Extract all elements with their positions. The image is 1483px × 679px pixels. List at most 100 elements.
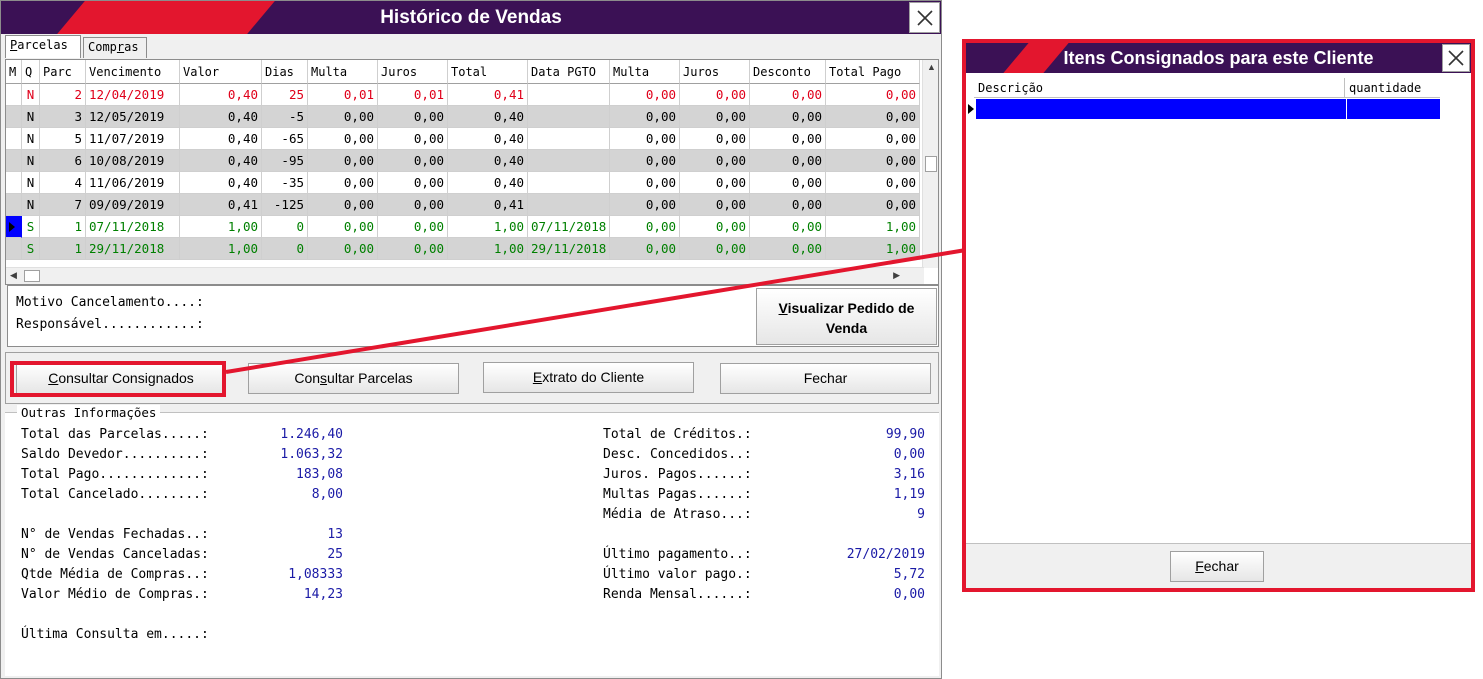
table-cell: 7: [40, 194, 86, 216]
table-cell: N: [22, 150, 40, 172]
col-header[interactable]: Juros: [378, 60, 448, 84]
table-cell: 1,00: [826, 238, 920, 260]
table-row[interactable]: N 6 10/08/2019 0,40 -95 0,00 0,00 0,40 0,00 0,00 0…: [6, 150, 924, 172]
extrato-cliente-button[interactable]: Extrato do Cliente: [483, 362, 694, 393]
table-cell: 6: [40, 150, 86, 172]
table-cell: 0,00: [826, 172, 920, 194]
table-cell: 0,00: [680, 216, 750, 238]
table-row[interactable]: N 3 12/05/2019 0,40 -5 0,00 0,00 0,40 0,00 0,00 0,…: [6, 106, 924, 128]
table-cell: 12/05/2019: [86, 106, 180, 128]
scroll-up-icon[interactable]: ▲: [927, 62, 936, 72]
table-row[interactable]: N 2 12/04/2019 0,40 25 0,01 0,01 0,41 0,00 0,00 0,…: [6, 84, 924, 106]
table-cell: -95: [262, 150, 308, 172]
table-cell: 0,00: [826, 106, 920, 128]
table-cell: 0,00: [680, 238, 750, 260]
table-cell: 0,00: [750, 238, 826, 260]
table-cell: N: [22, 106, 40, 128]
col-header[interactable]: Total Pago: [826, 60, 920, 84]
table-cell: 0,00: [610, 194, 680, 216]
col-header[interactable]: Multa: [610, 60, 680, 84]
table-cell: [528, 106, 610, 128]
table-cell: 0,00: [378, 216, 448, 238]
info-value: 1,19: [893, 487, 925, 502]
table-cell: 29/11/2018: [528, 238, 610, 260]
col-header[interactable]: Vencimento: [86, 60, 180, 84]
scroll-thumb[interactable]: [925, 156, 937, 172]
table-row[interactable]: N 7 09/09/2019 0,41 -125 0,00 0,00 0,41 0,00 0,00…: [6, 194, 924, 216]
table-cell: [6, 194, 22, 216]
table-cell: 0,00: [680, 194, 750, 216]
highlight-box-window: [962, 39, 1475, 592]
table-cell: [6, 84, 22, 106]
table-cell: 0: [262, 216, 308, 238]
table-cell: 0,01: [378, 84, 448, 106]
table-cell: -65: [262, 128, 308, 150]
col-header[interactable]: Desconto: [750, 60, 826, 84]
info-label: Saldo Devedor..........:: [21, 447, 209, 462]
info-value: 99,90: [885, 427, 925, 442]
col-header[interactable]: Multa: [308, 60, 378, 84]
vertical-scrollbar[interactable]: ▲: [922, 60, 938, 268]
info-value: 14,23: [303, 587, 343, 602]
scroll-right-icon[interactable]: ▶: [893, 270, 900, 281]
table-cell: 0,00: [750, 150, 826, 172]
table-cell: 1,00: [826, 216, 920, 238]
table-cell: N: [22, 84, 40, 106]
row-pointer-icon: [9, 222, 15, 232]
table-cell: 07/11/2018: [86, 216, 180, 238]
table-cell: 0,40: [180, 84, 262, 106]
table-cell: 0,40: [180, 128, 262, 150]
table-cell: 0,41: [180, 194, 262, 216]
table-cell: 0,00: [308, 128, 378, 150]
table-row[interactable]: N 5 11/07/2019 0,40 -65 0,00 0,00 0,40 0,00 0,00 0…: [6, 128, 924, 150]
table-cell: 0,01: [308, 84, 378, 106]
col-header[interactable]: Data PGTO: [528, 60, 610, 84]
table-cell: 12/04/2019: [86, 84, 180, 106]
scroll-thumb-h[interactable]: [24, 270, 40, 282]
table-cell: 0,00: [826, 84, 920, 106]
table-cell: 0,00: [378, 238, 448, 260]
table-cell: 1,00: [180, 216, 262, 238]
table-row[interactable]: S 1 29/11/2018 1,00 0 0,00 0,00 1,00 29/11/2018 0…: [6, 238, 924, 260]
info-label: N° de Vendas Fechadas..:: [21, 527, 209, 542]
table-cell: 0,00: [750, 194, 826, 216]
table-row[interactable]: S 1 07/11/2018 1,00 0 0,00 0,00 1,00 07/11/2018 0…: [6, 216, 924, 238]
col-header[interactable]: Valor: [180, 60, 262, 84]
tab-parcelas[interactable]: Parcelas: [5, 35, 81, 58]
info-label: Valor Médio de Compras.:: [21, 587, 209, 602]
cancellation-panel: Motivo Cancelamento....: Responsável....…: [7, 285, 939, 347]
info-label: N° de Vendas Canceladas:: [21, 547, 209, 562]
table-cell: 1,00: [448, 216, 528, 238]
installments-grid[interactable]: M Q Parc Vencimento Valor Dias Multa Juros Total…: [5, 59, 939, 285]
table-cell: 2: [40, 84, 86, 106]
table-cell: [6, 106, 22, 128]
col-header[interactable]: Juros: [680, 60, 750, 84]
tab-compras[interactable]: Compras: [83, 37, 147, 58]
scroll-left-icon[interactable]: ◀: [10, 270, 17, 281]
table-cell: [6, 172, 22, 194]
col-header[interactable]: Parc: [40, 60, 86, 84]
motivo-label: Motivo Cancelamento....:: [16, 295, 204, 310]
table-cell: 1: [40, 216, 86, 238]
col-header[interactable]: Q: [22, 60, 40, 84]
info-value: 27/02/2019: [846, 547, 925, 562]
consultar-parcelas-button[interactable]: Consultar Parcelas: [248, 363, 459, 394]
table-cell: 0,40: [180, 106, 262, 128]
table-cell: [6, 238, 22, 260]
table-cell: 3: [40, 106, 86, 128]
info-label: Média de Atraso...:: [603, 507, 752, 522]
info-label: Renda Mensal......:: [603, 587, 752, 602]
table-cell: S: [22, 216, 40, 238]
col-header[interactable]: Total: [448, 60, 528, 84]
col-header[interactable]: M: [6, 60, 22, 84]
info-label: Qtde Média de Compras..:: [21, 567, 209, 582]
fechar-button[interactable]: Fechar: [720, 363, 931, 394]
table-cell: -5: [262, 106, 308, 128]
col-header[interactable]: Dias: [262, 60, 308, 84]
table-row[interactable]: N 4 11/06/2019 0,40 -35 0,00 0,00 0,40 0,00 0,00 0…: [6, 172, 924, 194]
horizontal-scrollbar[interactable]: ◀ ▶: [6, 267, 924, 284]
info-value: 5,72: [893, 567, 925, 582]
close-button[interactable]: [909, 2, 940, 33]
table-cell: 07/11/2018: [528, 216, 610, 238]
view-order-button[interactable]: Visualizar Pedido de Venda: [756, 288, 937, 345]
